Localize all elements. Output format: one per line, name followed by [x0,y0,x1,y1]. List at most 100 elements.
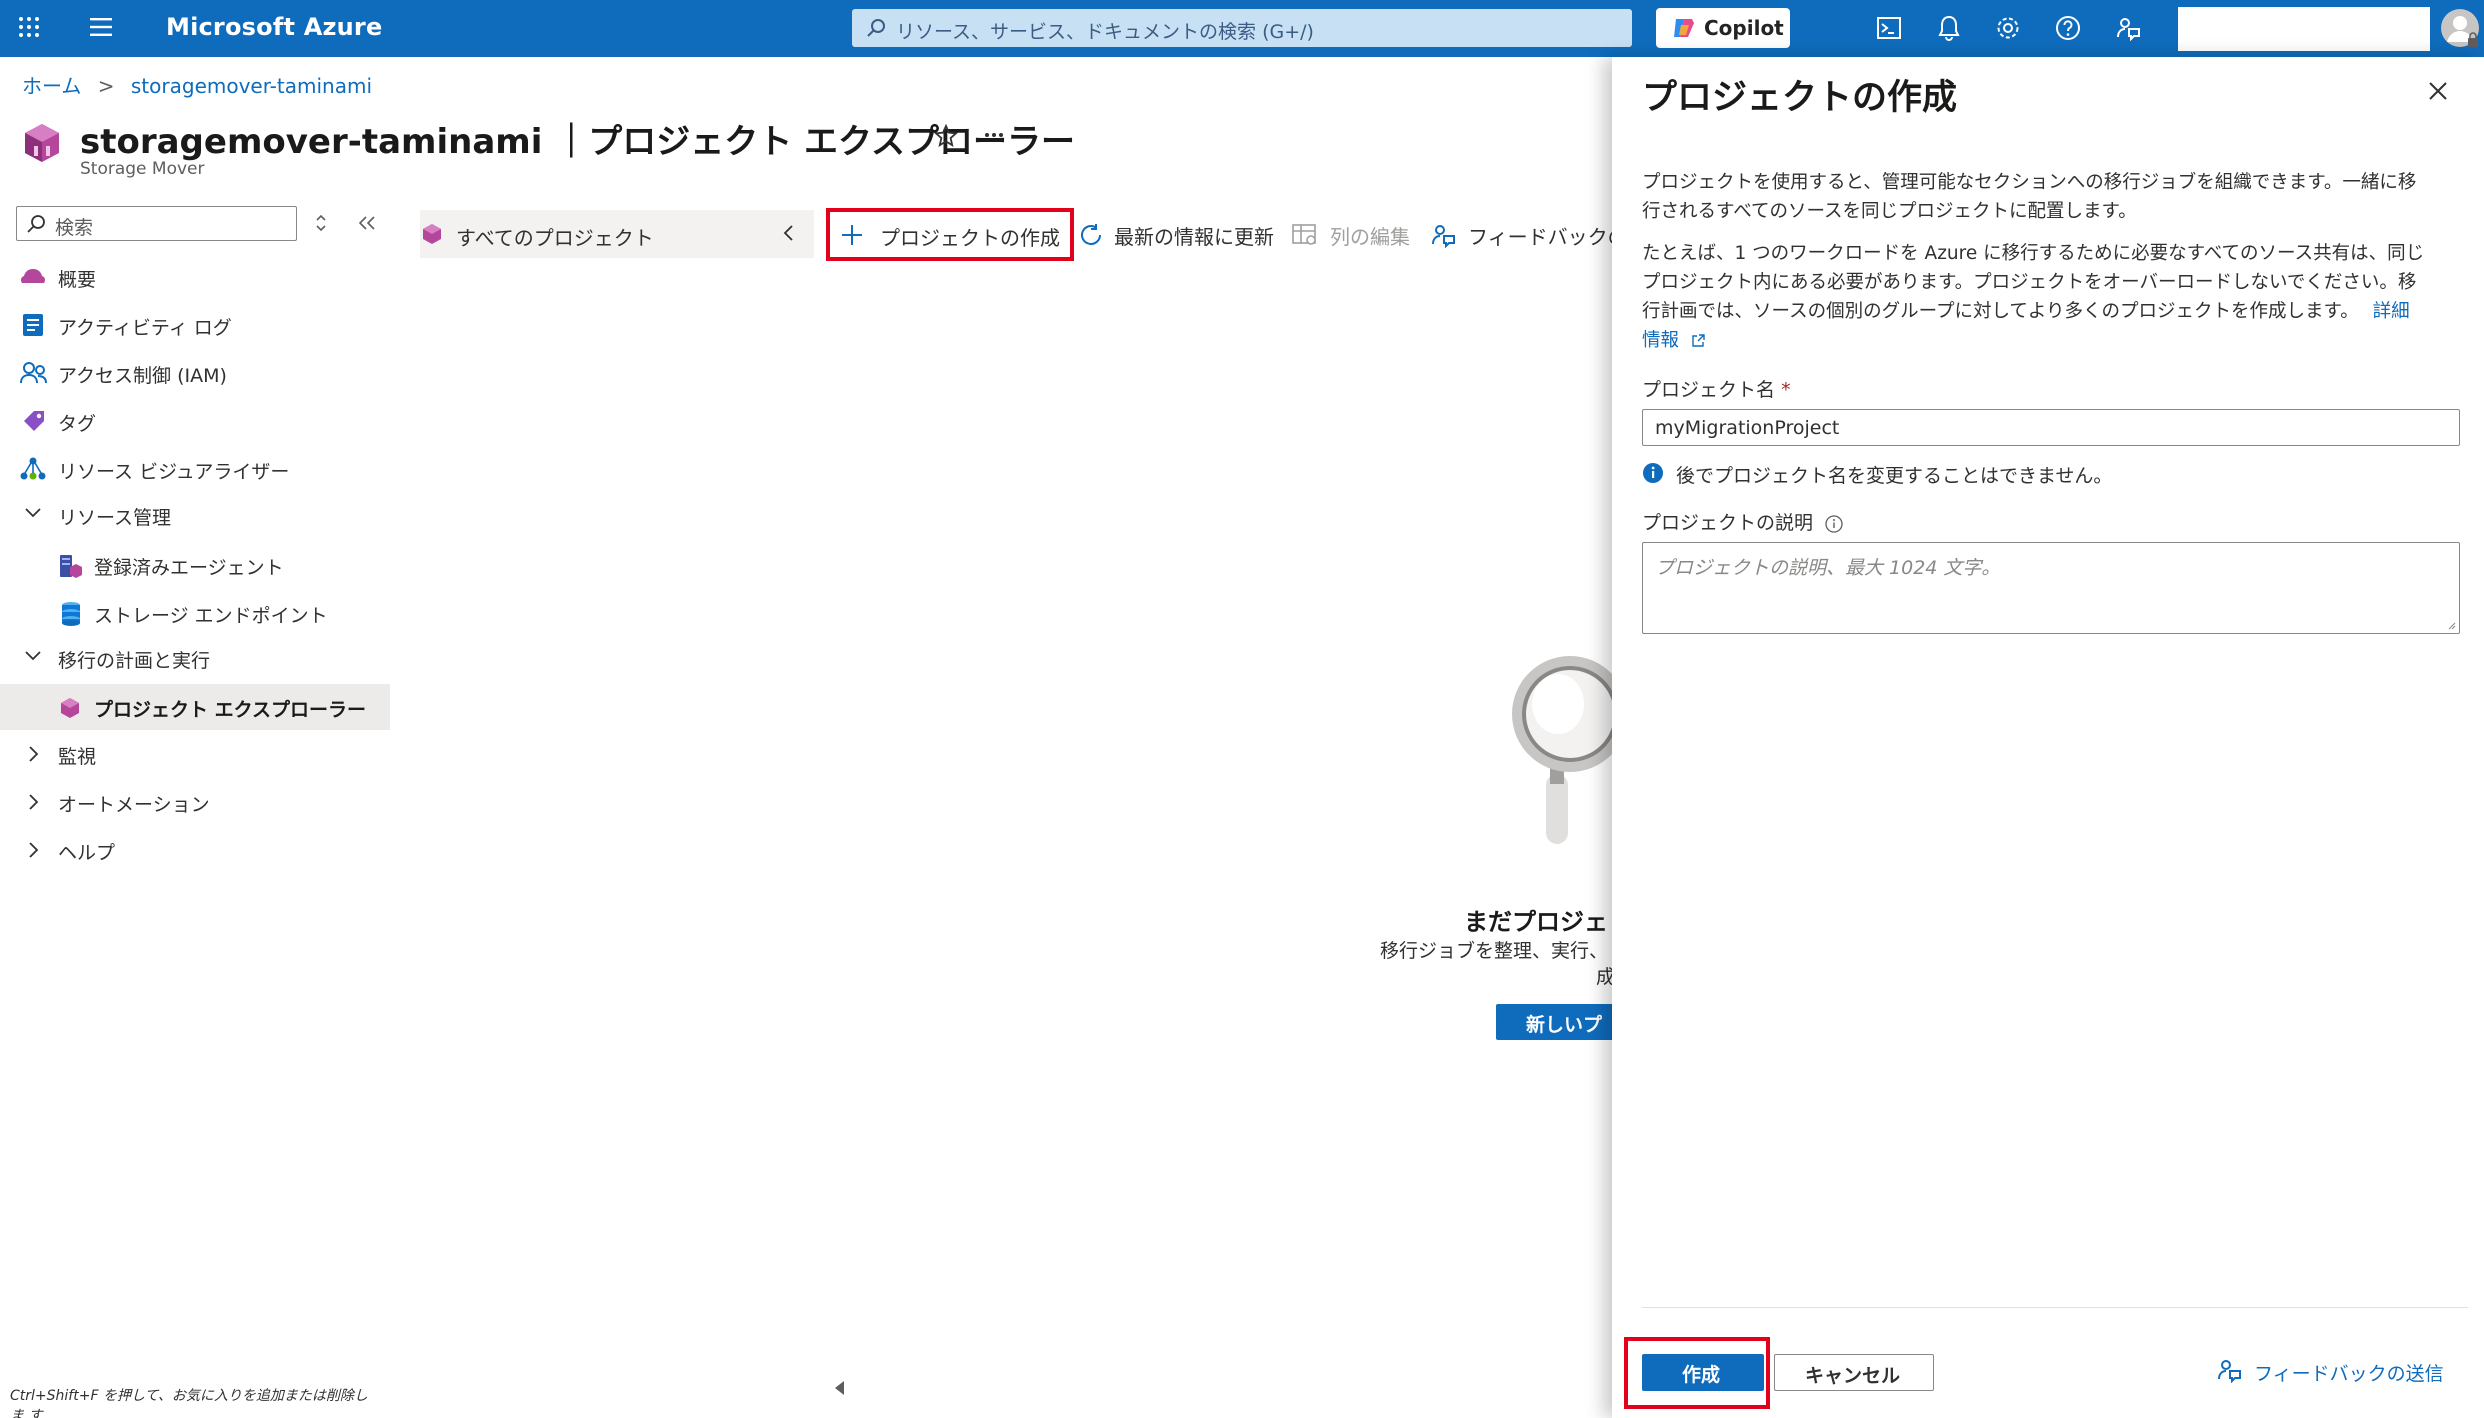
keyboard-shortcut-hint: Ctrl+Shift+F を押して、お気に入りを追加または削除しま す [10,1388,368,1418]
resize-grip-icon[interactable] [2446,620,2456,630]
nav-item-overview[interactable]: 概要 [0,254,390,300]
project-description-textarea[interactable]: プロジェクトの説明、最大 1024 文字。 [1642,542,2460,634]
empty-state-title: まだプロジェ [1464,908,1608,936]
create-button[interactable]: 作成 [1642,1354,1764,1391]
breadcrumb-home-link[interactable]: ホーム [22,74,81,98]
notifications-bell-icon[interactable] [1937,14,1961,42]
chevron-right-icon [28,793,40,811]
horizontal-scroll-left-arrow-icon[interactable] [834,1380,846,1396]
project-description-label-text: プロジェクトの説明 [1642,512,1814,534]
nav-group-migration-planning[interactable]: 移行の計画と実行 [0,635,390,681]
project-description-label: プロジェクトの説明 [1642,508,1843,535]
chevron-right-icon [28,841,40,859]
intro-line-1: プロジェクトを使用すると、管理可能なセクションへの移行ジョブを組織できます。一緒… [1642,172,2417,193]
settings-gear-icon[interactable] [1995,15,2021,41]
all-projects-header[interactable]: すべてのプロジェクト [420,210,814,258]
cloud-shell-icon[interactable] [1876,15,1902,41]
nav-item-registered-agents[interactable]: 登録済みエージェント [0,542,390,588]
breadcrumb: ホーム > storagemover-taminami [22,70,372,99]
intro-line-2: 行されるすべてのソースを同じプロジェクトに配置します。 [1642,201,2137,222]
project-name-label-text: プロジェクト名 [1642,379,1776,401]
nav-item-label: リソース ビジュアライザー [58,461,290,483]
learn-more-link-part1[interactable]: 詳細 [2373,301,2410,322]
nav-item-activity-log[interactable]: アクティビティ ログ [0,302,390,348]
toolbar-feedback-label: フィードバックの [1468,225,1612,249]
storage-mover-icon [22,122,62,164]
breadcrumb-current-link[interactable]: storagemover-taminami [131,74,372,98]
toolbar-feedback-button[interactable]: フィードバックの [1430,214,1612,254]
plus-icon [840,223,864,247]
edit-columns-icon [1292,223,1318,247]
collapse-list-chevron-icon[interactable] [782,224,794,242]
chevron-right-icon [28,745,40,763]
example-line-3: 行計画では、ソースの個別のグループに対してより多くのプロジェクトを作成します。 … [1642,297,2462,326]
nav-item-label: プロジェクト エクスプローラー [94,699,367,721]
refresh-button[interactable]: 最新の情報に更新 [1078,214,1278,254]
sort-toggle-icon[interactable] [314,214,328,232]
all-projects-label: すべてのプロジェクト [456,226,654,250]
edit-columns-button: 列の編集 [1292,214,1422,254]
feedback-icon[interactable] [2115,15,2141,41]
nav-item-label: アクティビティ ログ [58,317,232,339]
nav-group-automation[interactable]: オートメーション [0,779,390,825]
panel-intro-paragraph: プロジェクトを使用すると、管理可能なセクションへの移行ジョブを組織できます。一緒… [1642,168,2462,226]
brand-name[interactable]: Microsoft Azure [166,13,382,41]
empty-search-illustration-icon [1500,642,1612,852]
create-project-toolbar-button[interactable]: プロジェクトの作成 [826,208,1074,261]
user-avatar-icon[interactable] [2440,8,2480,50]
nav-item-label: ストレージ エンドポイント [94,605,328,627]
create-project-label: プロジェクトの作成 [880,226,1060,250]
nav-group-label: 移行の計画と実行 [58,650,211,672]
nav-group-help[interactable]: ヘルプ [0,827,390,873]
activity-log-icon [22,313,44,337]
account-name-box[interactable] [2178,7,2430,51]
copilot-button[interactable]: Copilot [1656,8,1790,48]
create-button-label: 作成 [1682,1364,1721,1386]
project-name-input[interactable]: myMigrationProject [1642,409,2460,446]
registered-agent-icon [58,553,82,579]
global-search-input[interactable]: リソース、サービス、ドキュメントの検索 (G+/) [852,9,1632,47]
favorite-star-icon[interactable] [934,124,958,148]
nav-search-input[interactable]: 検索 [16,206,297,241]
top-bar: Microsoft Azure リソース、サービス、ドキュメントの検索 (G+/… [0,0,2484,57]
create-project-panel: プロジェクトの作成 プロジェクトを使用すると、管理可能なセクションへの移行ジョブ… [1612,57,2484,1418]
page-title: storagemover-taminami ｜プロジェクト エクスプローラー [80,122,1076,162]
project-name-value: myMigrationProject [1655,417,1840,439]
learn-more-link-part2[interactable]: 情報 [1642,330,1679,351]
nav-item-project-explorer[interactable]: プロジェクト エクスプローラー [0,684,390,730]
hamburger-menu-icon[interactable] [90,18,112,36]
nav-item-tags[interactable]: タグ [0,398,390,444]
nav-group-label: 監視 [58,746,97,768]
nav-item-label: タグ [58,413,97,435]
panel-title: プロジェクトの作成 [1642,78,1958,118]
collapse-nav-icon[interactable] [358,215,376,231]
nav-group-monitoring[interactable]: 監視 [0,731,390,777]
storage-endpoint-icon [60,601,82,627]
nav-item-label: 概要 [58,269,97,291]
close-icon[interactable] [2428,81,2448,101]
new-project-label: 新しいプ [1526,1014,1603,1036]
required-asterisk: * [1781,379,1791,401]
copilot-icon [1672,17,1696,39]
example-line-2: プロジェクト内にある必要があります。プロジェクトをオーバーロードしないでください… [1642,272,2417,293]
project-name-label: プロジェクト名 * [1642,375,1791,402]
name-info-text: 後でプロジェクト名を変更することはできません。 [1676,465,2113,487]
feedback-icon [1430,222,1456,248]
nav-group-resource-management[interactable]: リソース管理 [0,492,390,538]
learn-more-line: 情報 [1642,326,2462,355]
overview-icon [20,266,46,288]
more-options-icon[interactable] [984,132,1004,138]
info-outline-icon[interactable] [1825,514,1843,533]
project-description-placeholder: プロジェクトの説明、最大 1024 文字。 [1655,557,2001,579]
nav-group-label: リソース管理 [58,507,172,529]
help-icon[interactable] [2055,15,2081,41]
nav-item-storage-endpoints[interactable]: ストレージ エンドポイント [0,590,390,636]
cancel-button[interactable]: キャンセル [1774,1354,1934,1391]
empty-state-description: 移行ジョブを整理、実行、 [1380,940,1609,962]
nav-item-resource-visualizer[interactable]: リソース ビジュアライザー [0,446,390,492]
breadcrumb-separator: > [97,74,115,98]
app-launcher-icon[interactable] [18,16,40,38]
nav-item-iam[interactable]: アクセス制御 (IAM) [0,350,390,396]
search-placeholder: リソース、サービス、ドキュメントの検索 (G+/) [896,21,1314,43]
iam-people-icon [20,361,48,385]
